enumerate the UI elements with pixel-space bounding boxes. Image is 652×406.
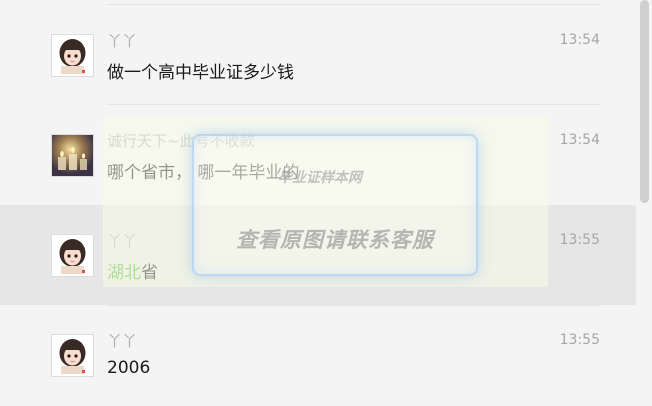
message-time: 13:55 [559, 232, 600, 248]
scrollbar-thumb[interactable] [640, 0, 649, 203]
message-text: 哪个省市， 哪一年毕业的 [107, 163, 300, 183]
message-time: 13:54 [559, 32, 600, 48]
message-text: 湖北省 [107, 258, 158, 283]
message-text: 2006 [107, 358, 151, 378]
sender-name: 丫丫 [107, 32, 138, 50]
sender-name: 丫丫 [107, 332, 138, 350]
message-row-selected[interactable]: 丫丫 13:55 湖北省 [0, 205, 636, 305]
message-text: 做一个高中毕业证多少钱 [107, 63, 294, 83]
sender-name: 诚行天下~此号不收款 [107, 132, 255, 150]
sender-name: 丫丫 [107, 232, 138, 250]
girl-avatar-icon[interactable] [51, 334, 94, 377]
message-time: 13:54 [559, 132, 600, 148]
message-row[interactable]: 诚行天下~此号不收款 13:54 哪个省市， 哪一年毕业的 [0, 105, 636, 205]
chat-message-list: 丫丫 13:54 做一个高中毕业证多少钱 诚行天下~此号不收款 13:54 哪个… [0, 0, 636, 401]
girl-avatar-icon[interactable] [51, 34, 94, 77]
message-time: 13:55 [559, 332, 600, 348]
message-row[interactable]: 丫丫 13:55 2006 [0, 306, 636, 406]
scrollbar-track[interactable] [636, 0, 652, 401]
candle-avatar-icon[interactable] [51, 134, 94, 177]
girl-avatar-icon[interactable] [51, 234, 94, 277]
message-row[interactable]: 丫丫 13:54 做一个高中毕业证多少钱 [0, 5, 636, 105]
highlighted-keyword: 湖北 [107, 263, 141, 283]
message-text-rest: 省 [141, 263, 158, 283]
